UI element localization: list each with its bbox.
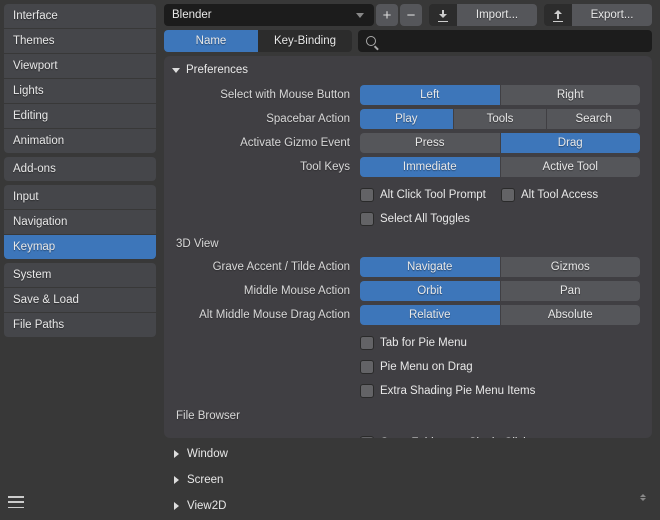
sidebar-item-themes[interactable]: Themes	[4, 29, 156, 53]
label-gizmo: Activate Gizmo Event	[172, 137, 360, 149]
tree-item-window[interactable]: Window	[164, 444, 652, 464]
check-label: Select All Toggles	[380, 213, 470, 225]
spacebar-play[interactable]: Play	[360, 109, 453, 129]
sidebar-item-editing[interactable]: Editing	[4, 104, 156, 128]
import-button[interactable]: Import...	[457, 4, 537, 26]
check-tab-pie-menu[interactable]	[360, 336, 374, 350]
sidebar-item-file-paths[interactable]: File Paths	[4, 313, 156, 337]
spacebar-tools[interactable]: Tools	[454, 109, 547, 129]
sidebar-item-animation[interactable]: Animation	[4, 129, 156, 153]
tree-label: Screen	[187, 474, 223, 486]
panel-title: Preferences	[186, 64, 248, 76]
preset-value: Blender	[172, 9, 212, 21]
mmb-pan[interactable]: Pan	[501, 281, 641, 301]
preset-add-button[interactable]: +	[376, 4, 398, 26]
sidebar-item-interface[interactable]: Interface	[4, 4, 156, 28]
keymap-search-input[interactable]	[358, 30, 652, 52]
preset-remove-button[interactable]: −	[400, 4, 422, 26]
download-icon	[438, 10, 448, 20]
disclosure-triangle-icon	[174, 502, 179, 510]
check-select-all-toggles[interactable]	[360, 212, 374, 226]
sidebar-item-viewport[interactable]: Viewport	[4, 54, 156, 78]
hamburger-menu-icon[interactable]	[8, 496, 24, 508]
check-extra-shading-pie[interactable]	[360, 384, 374, 398]
select-mouse-left[interactable]: Left	[360, 85, 500, 105]
sidebar-item-addons[interactable]: Add-ons	[4, 157, 156, 181]
check-label: Pie Menu on Drag	[380, 361, 473, 373]
sidebar-item-input[interactable]: Input	[4, 185, 156, 209]
check-alt-tool-access[interactable]	[501, 188, 515, 202]
tree-label: Window	[187, 448, 228, 460]
check-open-folders-single-click[interactable]	[360, 436, 374, 438]
upload-icon	[553, 10, 563, 20]
sidebar-item-save-load[interactable]: Save & Load	[4, 288, 156, 312]
label-spacebar: Spacebar Action	[172, 113, 360, 125]
panel-header[interactable]: Preferences	[172, 64, 640, 76]
import-icon-button[interactable]	[429, 4, 457, 26]
disclosure-triangle-icon	[174, 476, 179, 484]
grave-navigate[interactable]: Navigate	[360, 257, 500, 277]
filter-tab-name[interactable]: Name	[164, 30, 258, 52]
check-alt-click-tool-prompt[interactable]	[360, 188, 374, 202]
gizmo-press[interactable]: Press	[360, 133, 500, 153]
sidebar-item-lights[interactable]: Lights	[4, 79, 156, 103]
label-grave: Grave Accent / Tilde Action	[172, 261, 360, 273]
scroll-indicator-icon	[640, 494, 646, 516]
disclosure-triangle-icon	[172, 68, 180, 73]
export-button[interactable]: Export...	[572, 4, 652, 26]
keymap-preset-select[interactable]: Blender	[164, 4, 374, 26]
label-toolkeys: Tool Keys	[172, 161, 360, 173]
toolkeys-immediate[interactable]: Immediate	[360, 157, 500, 177]
label-select-mouse: Select with Mouse Button	[172, 89, 360, 101]
sidebar-item-navigation[interactable]: Navigation	[4, 210, 156, 234]
export-icon-button[interactable]	[544, 4, 572, 26]
spacebar-search[interactable]: Search	[547, 109, 640, 129]
grave-gizmos[interactable]: Gizmos	[501, 257, 641, 277]
toolkeys-activetool[interactable]: Active Tool	[501, 157, 641, 177]
altmmb-absolute[interactable]: Absolute	[501, 305, 641, 325]
main-area: Blender + − Import... Export... Name Key…	[160, 0, 660, 520]
check-label: Open Folders on Single Click	[380, 437, 529, 438]
filter-tab-keybinding[interactable]: Key-Binding	[258, 30, 352, 52]
sidebar: Interface Themes Viewport Lights Editing…	[0, 0, 160, 520]
select-mouse-right[interactable]: Right	[501, 85, 641, 105]
label-mmb: Middle Mouse Action	[172, 285, 360, 297]
tree-item-view2d[interactable]: View2D	[164, 496, 640, 516]
label-altmmb: Alt Middle Mouse Drag Action	[172, 309, 360, 321]
search-icon	[366, 36, 376, 46]
preferences-panel: Preferences Select with Mouse Button Lef…	[164, 56, 652, 438]
check-label: Tab for Pie Menu	[380, 337, 467, 349]
section-3d-view: 3D View	[176, 238, 640, 250]
check-label: Alt Tool Access	[521, 189, 598, 201]
tree-item-screen[interactable]: Screen	[164, 470, 652, 490]
tree-label: View2D	[187, 500, 226, 512]
section-file-browser: File Browser	[176, 410, 640, 422]
altmmb-relative[interactable]: Relative	[360, 305, 500, 325]
sidebar-item-keymap[interactable]: Keymap	[4, 235, 156, 259]
chevron-down-icon	[356, 13, 364, 18]
check-label: Alt Click Tool Prompt	[380, 189, 486, 201]
gizmo-drag[interactable]: Drag	[501, 133, 641, 153]
mmb-orbit[interactable]: Orbit	[360, 281, 500, 301]
sidebar-item-system[interactable]: System	[4, 263, 156, 287]
check-label: Extra Shading Pie Menu Items	[380, 385, 535, 397]
disclosure-triangle-icon	[174, 450, 179, 458]
check-pie-menu-drag[interactable]	[360, 360, 374, 374]
